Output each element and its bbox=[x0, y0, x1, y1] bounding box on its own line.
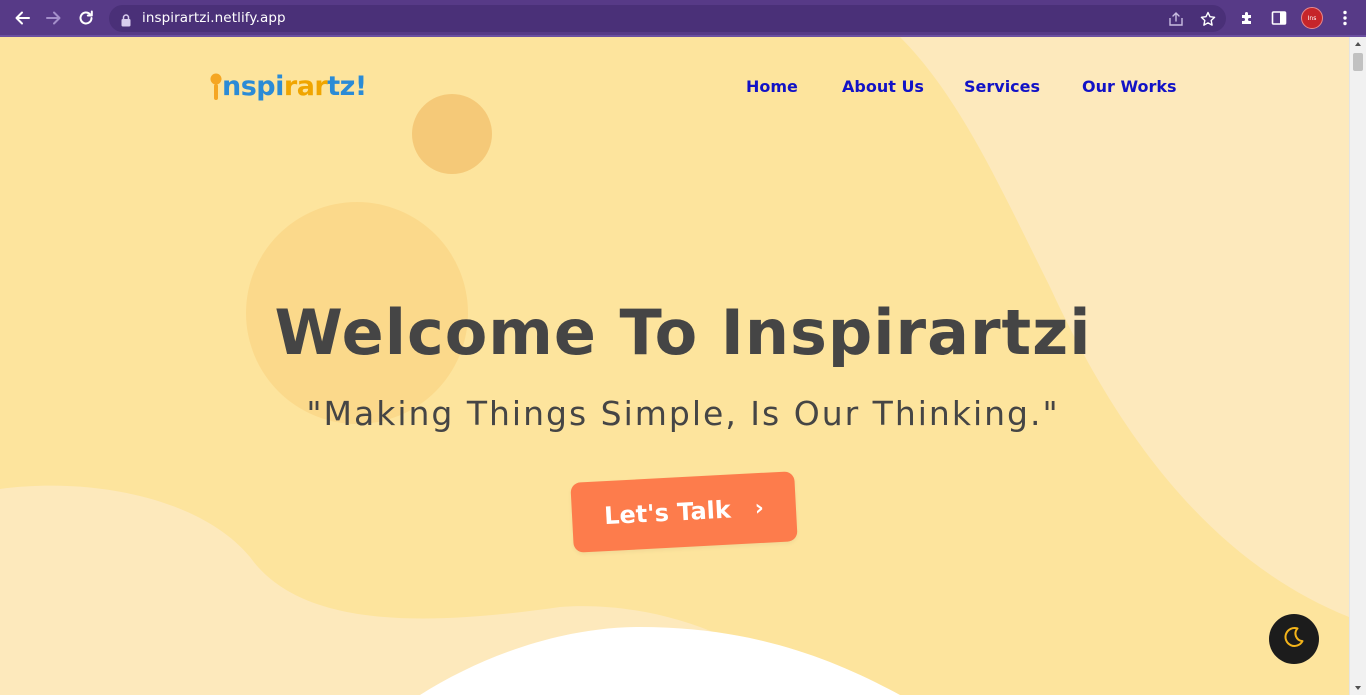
profile-avatar[interactable]: Ins bbox=[1301, 7, 1323, 29]
reload-icon[interactable] bbox=[75, 7, 97, 29]
puzzle-icon[interactable] bbox=[1237, 8, 1257, 28]
logo-text: nspirartz! bbox=[222, 71, 367, 102]
nav-link-home[interactable]: Home bbox=[746, 77, 798, 96]
nav-link-services[interactable]: Services bbox=[964, 77, 1040, 96]
cta-label: Let's Talk bbox=[603, 495, 732, 531]
scroll-down-icon[interactable] bbox=[1350, 681, 1366, 695]
chevron-right-icon: › bbox=[754, 495, 765, 521]
browser-toolbar: inspirartzi.netlify.app Ins bbox=[0, 0, 1366, 37]
nav-link-about-us[interactable]: About Us bbox=[842, 77, 924, 96]
hero-subtitle: "Making Things Simple, Is Our Thinking." bbox=[306, 394, 1060, 433]
kebab-menu-icon[interactable] bbox=[1335, 8, 1355, 28]
nav-link-our-works[interactable]: Our Works bbox=[1082, 77, 1177, 96]
address-bar[interactable]: inspirartzi.netlify.app bbox=[109, 5, 1226, 32]
lock-icon[interactable] bbox=[121, 12, 131, 31]
side-panel-icon[interactable] bbox=[1269, 8, 1289, 28]
hero-title: Welcome To Inspirartzi bbox=[274, 296, 1092, 369]
star-icon[interactable] bbox=[1199, 10, 1217, 28]
lets-talk-button[interactable]: Let's Talk › bbox=[570, 471, 798, 553]
dark-mode-toggle[interactable] bbox=[1269, 614, 1319, 664]
scroll-thumb[interactable] bbox=[1353, 53, 1363, 71]
url-text[interactable]: inspirartzi.netlify.app bbox=[142, 10, 286, 26]
share-icon[interactable] bbox=[1167, 10, 1185, 28]
scroll-up-icon[interactable] bbox=[1350, 37, 1366, 51]
page-viewport: nspirartz! Home About Us Services Our Wo… bbox=[0, 37, 1349, 695]
forward-arrow-icon[interactable] bbox=[43, 7, 65, 29]
moon-icon bbox=[1282, 625, 1306, 653]
page-scrollbar[interactable] bbox=[1349, 37, 1366, 695]
back-arrow-icon[interactable] bbox=[11, 7, 33, 29]
